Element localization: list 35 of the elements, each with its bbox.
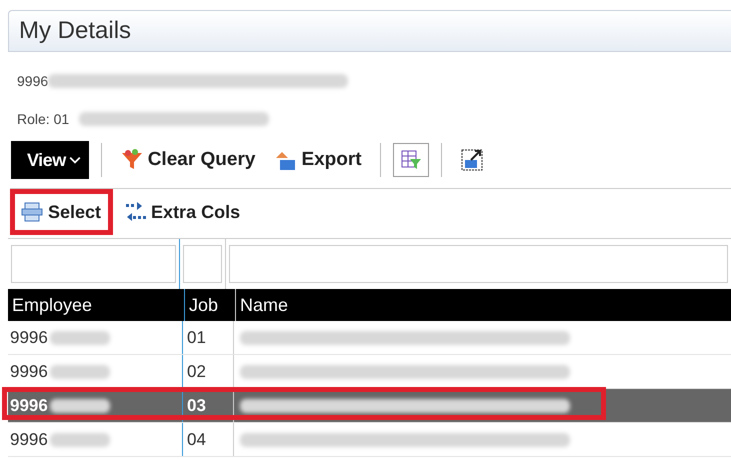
table-cell: 9996 [10,396,48,416]
column-header[interactable]: Name [240,294,288,316]
table-cell: 01 [187,328,206,348]
clear-query-button[interactable]: Clear Query [114,142,262,178]
table-cell: 9996 [10,328,48,348]
select-button[interactable]: Select [10,189,114,235]
redacted-text [50,364,110,378]
column-header[interactable]: Job [189,294,218,316]
list-icon [20,200,44,224]
employee-id-text: 9996 [17,73,48,89]
table-cell: 04 [187,430,206,450]
table-cell: 02 [187,362,206,382]
export-button[interactable]: Export [267,142,368,178]
filter-input[interactable] [183,245,222,283]
panel-title: My Details [19,17,132,45]
column-header[interactable]: Employee [12,294,92,316]
table-cell: 03 [187,396,206,416]
table-row[interactable]: 9996 01 [8,321,731,355]
redacted-text [50,330,110,344]
filter-input[interactable] [11,245,176,283]
table-cell: 9996 [10,430,48,450]
role-text: Role: 01 [17,111,70,127]
table-filter-icon [398,148,423,172]
caret-icon [68,156,81,164]
extra-cols-button[interactable]: Extra Cols [117,194,246,230]
table-row[interactable]: 9996 02 [8,355,731,389]
table-row[interactable]: 9996 04 [8,423,731,457]
filter-table-button[interactable] [392,143,429,177]
redacted-text [50,432,110,446]
columns-arrows-icon [123,200,148,224]
redacted-text [50,398,110,412]
table-cell: 9996 [10,362,48,382]
funnel-icon [120,148,144,172]
view-menu-button[interactable]: View [11,141,89,179]
filter-input[interactable] [229,245,728,283]
